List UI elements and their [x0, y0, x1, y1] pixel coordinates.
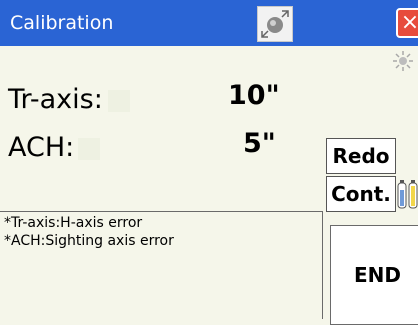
tr-axis-label: Tr-axis: [8, 84, 103, 115]
info-line: *Tr-axis:H-axis error [4, 215, 143, 231]
cont-button[interactable]: Cont. [326, 176, 396, 212]
close-button[interactable]: × [396, 8, 418, 38]
window-title: Calibration [10, 12, 114, 34]
field-shade [78, 138, 100, 160]
field-shade [108, 90, 130, 112]
redo-button[interactable]: Redo [326, 138, 396, 174]
ach-label: ACH: [8, 132, 75, 163]
title-bar: Calibration × [0, 0, 418, 46]
ach-value: 5" [243, 128, 276, 159]
info-line: *ACH:Sighting axis error [4, 233, 174, 249]
sun-icon [392, 50, 414, 72]
prism-target-icon[interactable] [257, 6, 293, 42]
tr-axis-value: 10" [228, 80, 280, 111]
info-panel: *Tr-axis:H-axis error *ACH:Sighting axis… [0, 211, 323, 319]
battery-icon [397, 180, 418, 210]
end-button[interactable]: END [330, 225, 418, 325]
